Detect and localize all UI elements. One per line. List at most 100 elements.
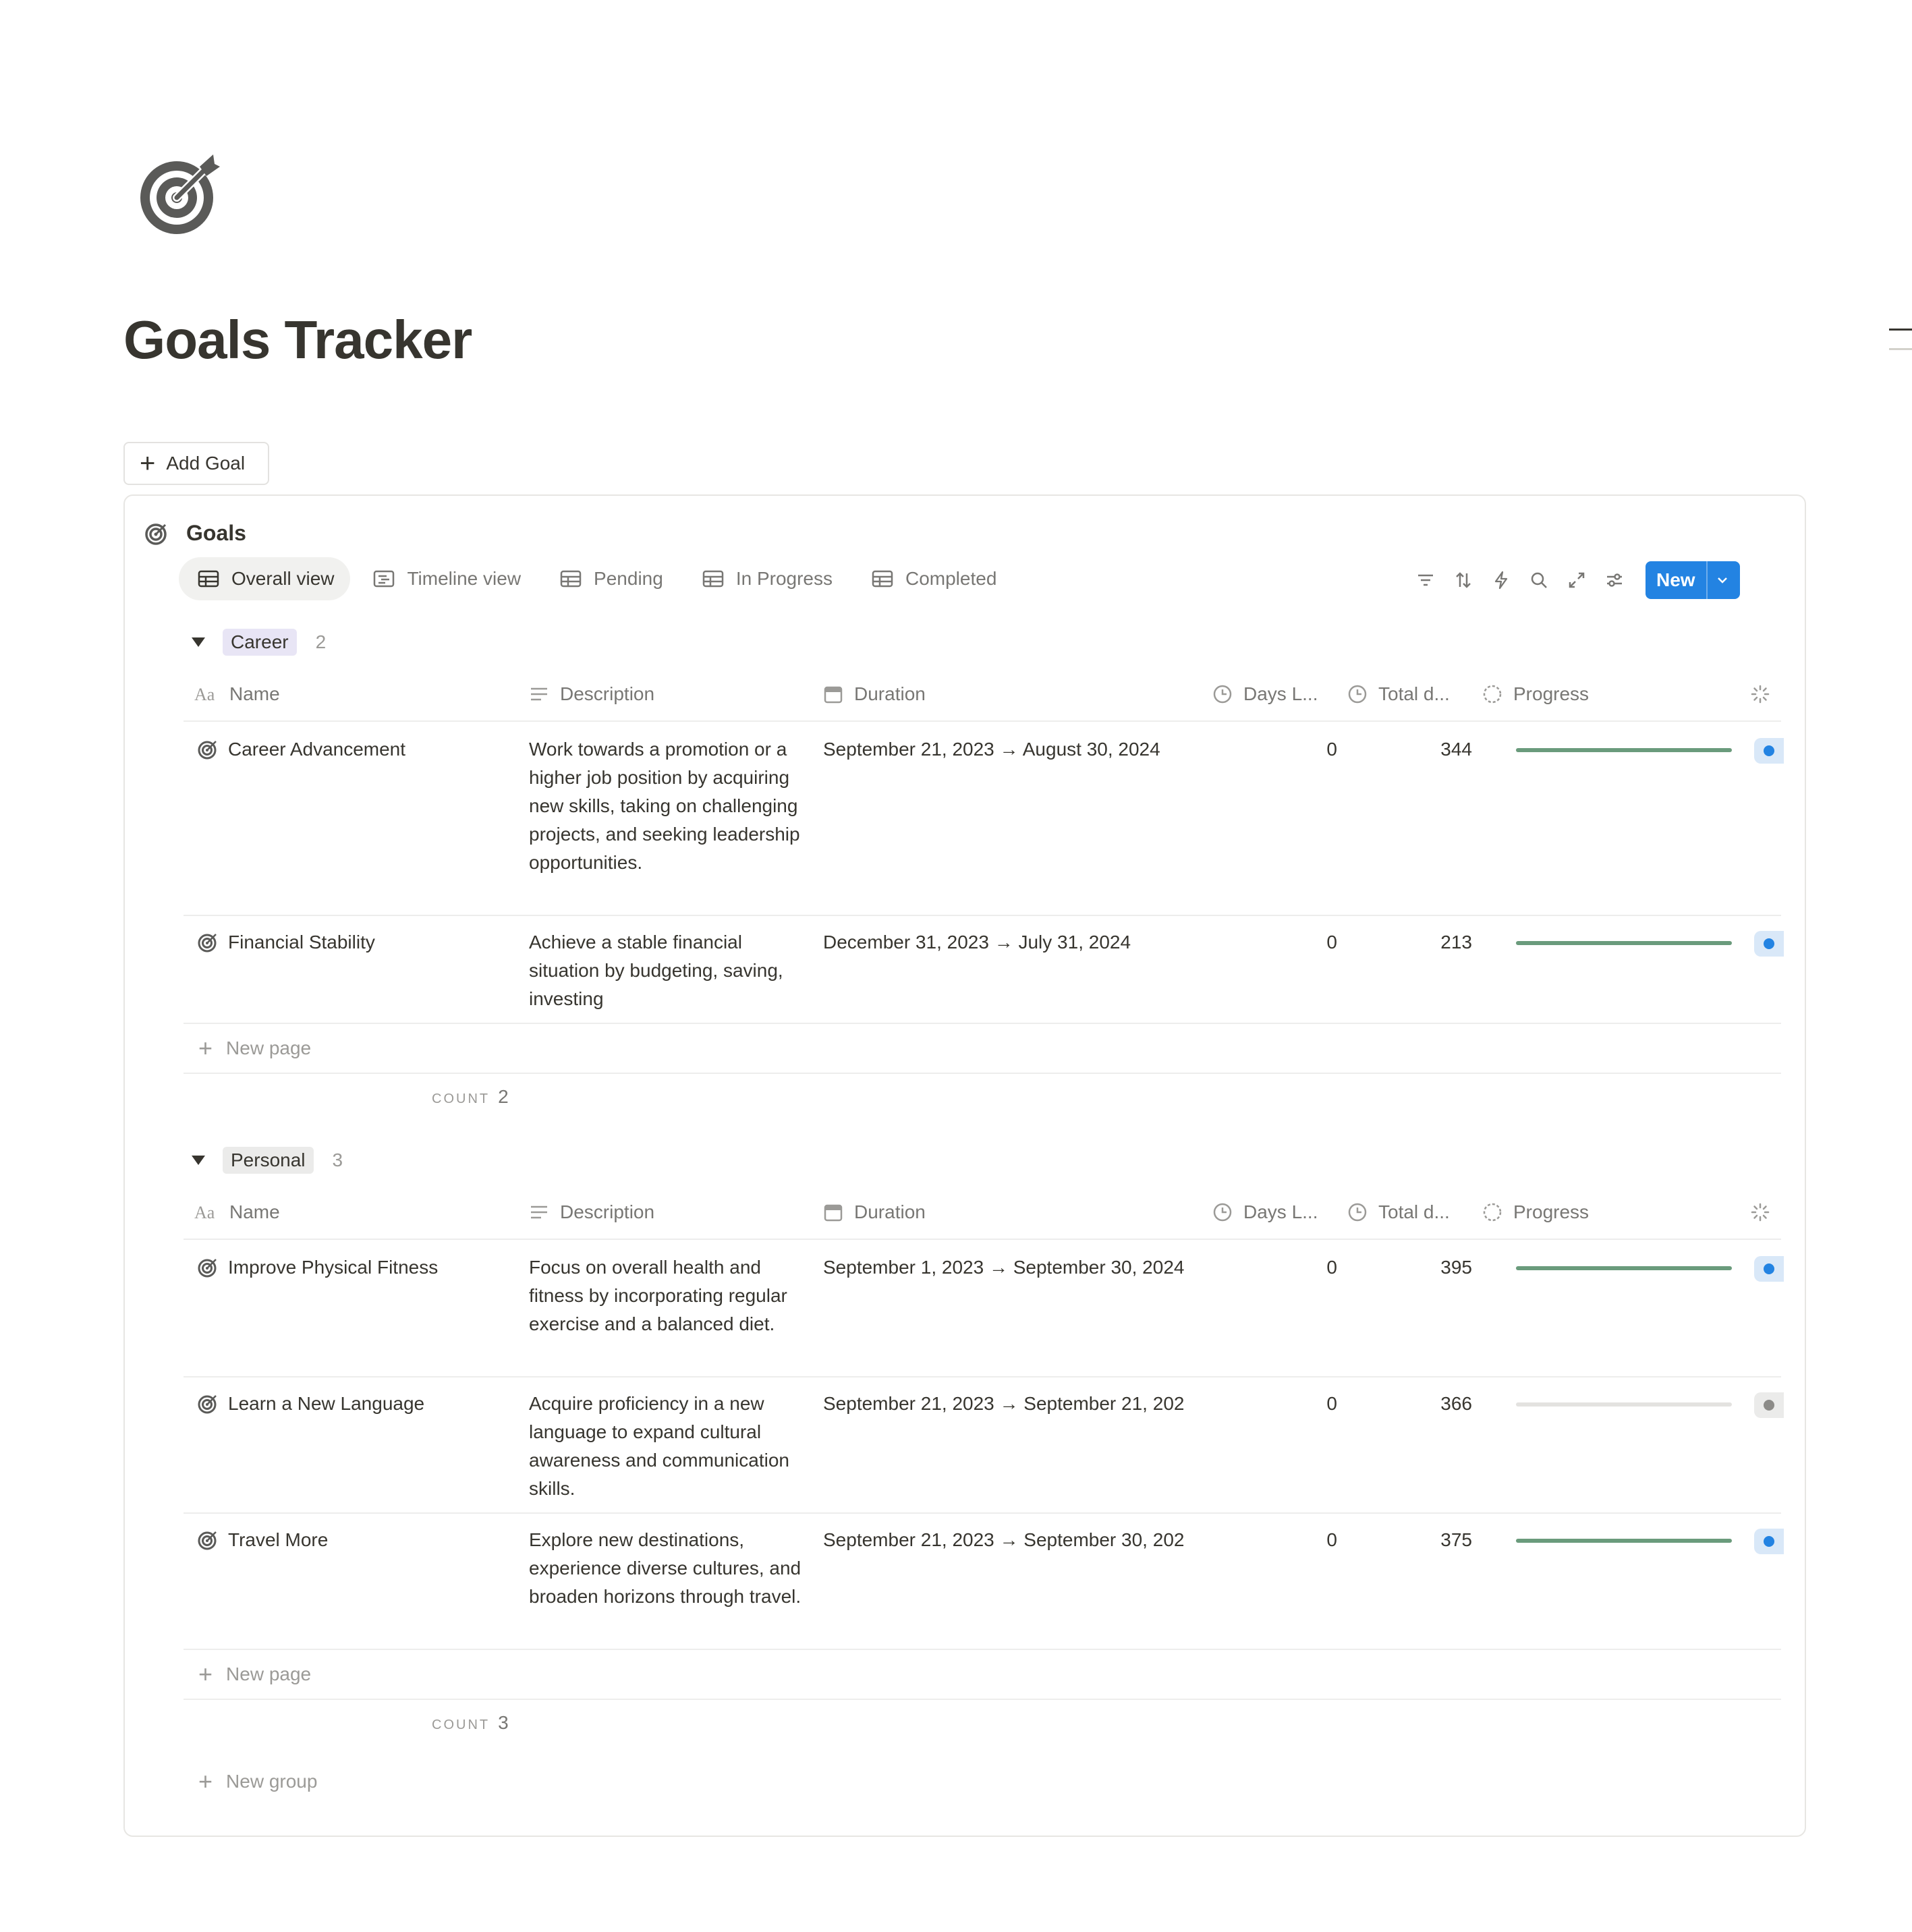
group-header[interactable]: Career 2 (192, 627, 326, 657)
table-row[interactable]: Career Advancement Work towards a promoti… (184, 723, 1784, 916)
target-icon (140, 154, 220, 234)
sort-button[interactable] (1444, 561, 1482, 599)
new-button[interactable]: New (1646, 561, 1740, 599)
column-label: Description (560, 1201, 655, 1222)
group-label: Career (223, 629, 297, 656)
new-page-button[interactable]: + New page (184, 1024, 1781, 1074)
column-days-left[interactable]: Days L... (1212, 1201, 1318, 1223)
column-duration[interactable]: Duration (823, 1201, 926, 1223)
column-total-days[interactable]: Total d... (1347, 1201, 1450, 1223)
table-of-contents-marks[interactable] (1889, 329, 1912, 368)
goal-name[interactable]: Travel More (197, 1526, 328, 1554)
clock-icon (1213, 685, 1232, 704)
tab-label: Completed (905, 568, 997, 589)
status-indicator[interactable] (1754, 738, 1784, 764)
column-progress[interactable]: Progress (1482, 683, 1589, 705)
progress-bar (1516, 748, 1732, 752)
expand-button[interactable] (1558, 561, 1596, 599)
column-header-row: Aa Name Description Duration Days L... Total … (184, 1186, 1781, 1240)
goal-name[interactable]: Learn a New Language (197, 1390, 424, 1418)
goal-days-left: 0 (1326, 1393, 1337, 1414)
group-header[interactable]: Personal 3 (192, 1145, 343, 1175)
tab-completed[interactable]: Completed (853, 557, 1013, 600)
search-icon (1531, 572, 1547, 588)
table-icon (560, 570, 582, 588)
tab-label: In Progress (735, 568, 833, 589)
column-name[interactable]: Aa Name (194, 1201, 280, 1223)
count-label: COUNT (432, 1717, 490, 1732)
column-label: Days L... (1243, 1201, 1318, 1222)
status-indicator[interactable] (1754, 1256, 1784, 1282)
filter-button[interactable] (1407, 561, 1444, 599)
database-title[interactable]: Goals (144, 521, 246, 546)
text-type-icon: Aa (194, 685, 215, 704)
status-dot-icon (1764, 1536, 1774, 1547)
tab-overall-view[interactable]: Overall view (179, 557, 351, 600)
toggle-triangle-icon[interactable] (192, 637, 205, 647)
plus-icon: + (140, 449, 156, 478)
text-lines-icon (531, 1205, 547, 1219)
page-title: Goals Tracker (123, 310, 472, 370)
chevron-down-icon[interactable] (1708, 573, 1737, 587)
goal-description: Achieve a stable financial situation by … (529, 932, 783, 1009)
count-label: COUNT (432, 1091, 490, 1106)
table-row[interactable]: Financial Stability Achieve a stable fina… (184, 916, 1784, 1024)
target-icon (198, 934, 217, 953)
target-icon (198, 1395, 217, 1414)
status-indicator[interactable] (1754, 931, 1784, 957)
tab-label: Overall view (231, 568, 335, 589)
new-button-label: New (1656, 569, 1695, 590)
table-row[interactable]: Learn a New Language Acquire proficiency … (184, 1377, 1784, 1514)
calendar-icon (824, 1204, 843, 1222)
count-summary[interactable]: COUNT 3 (432, 1712, 509, 1734)
goal-name[interactable]: Career Advancement (197, 735, 405, 764)
database-title-text: Goals (186, 521, 246, 545)
tab-in-progress[interactable]: In Progress (683, 557, 849, 600)
column-status[interactable] (1750, 1202, 1781, 1222)
tab-pending[interactable]: Pending (541, 557, 679, 600)
status-dot-icon (1764, 1400, 1774, 1411)
goal-name-text: Financial Stability (228, 932, 375, 953)
automation-button[interactable] (1482, 561, 1520, 599)
column-label: Name (229, 1201, 280, 1222)
column-total-days[interactable]: Total d... (1347, 683, 1450, 705)
column-days-left[interactable]: Days L... (1212, 683, 1318, 705)
view-settings-button[interactable] (1596, 561, 1633, 599)
column-label: Progress (1513, 1201, 1590, 1222)
goal-description: Explore new destinations, experience div… (529, 1529, 802, 1607)
goal-name[interactable]: Improve Physical Fitness (197, 1253, 438, 1282)
goal-days-left: 0 (1326, 1257, 1337, 1278)
table-icon (872, 570, 893, 588)
column-progress[interactable]: Progress (1482, 1201, 1589, 1223)
new-group-button[interactable]: + New group (198, 1767, 317, 1796)
text-lines-icon (531, 687, 547, 701)
column-status[interactable] (1750, 684, 1781, 704)
new-page-button[interactable]: + New page (184, 1650, 1781, 1700)
column-duration[interactable]: Duration (823, 683, 926, 705)
status-dot-icon (1764, 938, 1774, 949)
status-dot-icon (1764, 745, 1774, 756)
table-row[interactable]: Improve Physical Fitness Focus on overall… (184, 1241, 1784, 1377)
add-goal-button[interactable]: + Add Goal (123, 442, 269, 485)
status-indicator[interactable] (1754, 1392, 1784, 1418)
column-description[interactable]: Description (529, 683, 654, 705)
automation-icon (1494, 571, 1508, 590)
loader-icon[interactable] (1750, 684, 1770, 704)
target-icon (145, 523, 167, 545)
count-summary[interactable]: COUNT 2 (432, 1086, 509, 1108)
goal-name-text: Improve Physical Fitness (228, 1257, 439, 1278)
toggle-triangle-icon[interactable] (192, 1156, 205, 1165)
progress-bar (1516, 1402, 1732, 1407)
goal-total-days: 213 (1440, 932, 1472, 953)
table-row[interactable]: Travel More Explore new destinations, exp… (184, 1514, 1784, 1650)
sort-icon (1456, 572, 1471, 588)
goal-name[interactable]: Financial Stability (197, 928, 375, 957)
tab-timeline-view[interactable]: Timeline view (354, 557, 537, 600)
goal-total-days: 375 (1440, 1529, 1472, 1550)
loader-icon[interactable] (1750, 1202, 1770, 1222)
column-description[interactable]: Description (529, 1201, 654, 1223)
column-name[interactable]: Aa Name (194, 683, 280, 705)
search-button[interactable] (1520, 561, 1558, 599)
tab-label: Timeline view (407, 568, 522, 589)
status-indicator[interactable] (1754, 1529, 1784, 1554)
